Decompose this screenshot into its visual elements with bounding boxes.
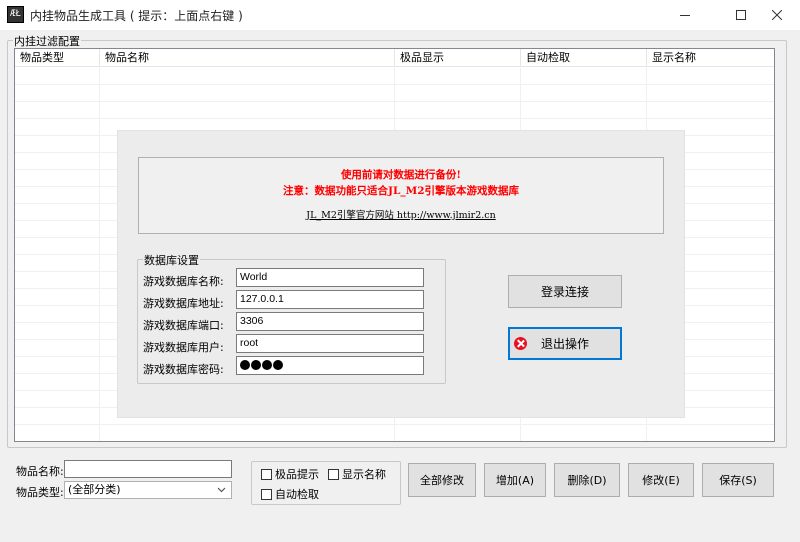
col-item-name[interactable]: 物品名称 [100,49,395,67]
close-icon [772,10,782,20]
filter-config-legend: 内挂过滤配置 [13,33,81,49]
col-show-name[interactable]: 显示名称 [647,49,774,67]
delete-label: 删除(D) [567,474,607,487]
delete-button[interactable]: 删除(D) [554,463,620,497]
col-fine-display[interactable]: 极品显示 [395,49,521,67]
db-port-label: 游戏数据库端口: [143,319,224,332]
fine-tip-label: 极品提示 [275,468,319,481]
close-button[interactable] [754,0,800,30]
show-name-label: 显示名称 [342,468,386,481]
maximize-icon [736,10,746,20]
save-label: 保存(S) [719,474,757,487]
app-icon: ÆŁ [7,6,24,23]
item-type-selected: (全部分类) [68,483,121,496]
notice-box: 使用前请对数据进行备份! 注意：数据功能只适合JL_M2引擎版本游戏数据库 JL… [138,157,664,234]
login-button[interactable]: 登录连接 [508,275,622,308]
grid-header: 物品类型 物品名称 极品显示 自动检取 显示名称 [15,49,774,67]
item-name-input[interactable] [64,460,232,478]
item-name-label: 物品名称: [16,465,64,478]
db-addr-input[interactable]: 127.0.0.1 [236,290,424,309]
modify-all-button[interactable]: 全部修改 [408,463,476,497]
password-dot [273,360,283,370]
db-addr-label: 游戏数据库地址: [143,297,224,310]
db-pass-input[interactable] [236,356,424,375]
password-mask [240,360,283,370]
db-login-panel: 使用前请对数据进行备份! 注意：数据功能只适合JL_M2引擎版本游戏数据库 JL… [117,130,685,418]
item-type-label: 物品类型: [16,486,64,499]
db-user-input[interactable]: root [236,334,424,353]
db-name-input[interactable]: World [236,268,424,287]
chevron-down-icon [217,487,226,493]
exit-button-label: 退出操作 [540,337,589,351]
modify-all-label: 全部修改 [420,474,464,487]
col-item-type[interactable]: 物品类型 [15,49,100,67]
add-label: 增加(A) [495,474,535,487]
edit-button[interactable]: 修改(E) [628,463,694,497]
fine-tip-checkbox[interactable]: 极品提示 [261,466,319,482]
db-user-label: 游戏数据库用户: [143,341,224,354]
db-settings-legend: 数据库设置 [143,252,200,268]
db-pass-label: 游戏数据库密码: [143,363,224,376]
col-auto-pick[interactable]: 自动检取 [521,49,647,67]
db-name-label: 游戏数据库名称: [143,275,224,288]
edit-label: 修改(E) [642,474,680,487]
checkbox-box [328,468,339,480]
password-dot [251,360,261,370]
password-dot [240,360,250,370]
save-button[interactable]: 保存(S) [702,463,774,497]
auto-pick-label: 自动检取 [275,488,319,501]
title-bar: ÆŁ 内挂物品生成工具 ( 提示：上面点右键 ) [0,0,800,30]
password-dot [262,360,272,370]
db-port-input[interactable]: 3306 [236,312,424,331]
minimize-button[interactable] [662,0,708,30]
minimize-icon [680,15,690,16]
window-title: 内挂物品生成工具 ( 提示：上面点右键 ) [30,9,243,23]
login-button-label: 登录连接 [540,285,589,299]
item-type-select[interactable]: (全部分类) [64,481,232,499]
checkbox-box [261,468,272,480]
exit-button[interactable]: 退出操作 [508,327,622,360]
auto-pick-checkbox[interactable]: 自动检取 [261,486,319,502]
error-icon [514,337,527,350]
show-name-checkbox[interactable]: 显示名称 [328,466,386,482]
notice-compat: 注意：数据功能只适合JL_M2引擎版本游戏数据库 [282,185,520,197]
checkbox-box [261,488,272,500]
notice-backup: 使用前请对数据进行备份! [340,169,462,181]
add-button[interactable]: 增加(A) [484,463,546,497]
official-site-link[interactable]: JL_M2引擎官方网站 http://www.jlmir2.cn [306,210,495,221]
